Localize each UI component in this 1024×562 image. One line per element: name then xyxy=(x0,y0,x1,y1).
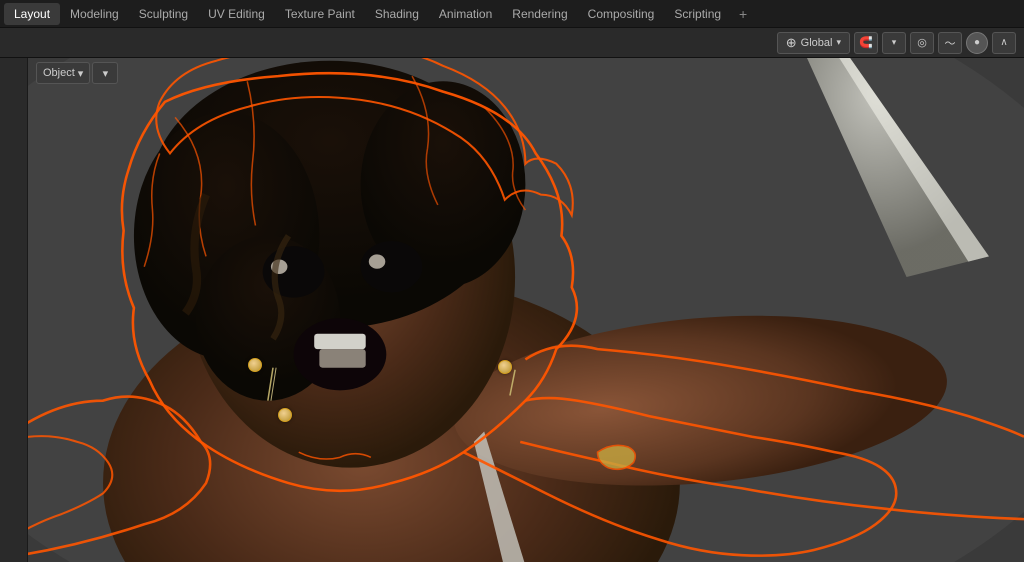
pivot-point-dropdown[interactable]: ⊕ Global ▾ xyxy=(777,32,850,54)
object-mode-header: Object ▾ ▾ xyxy=(36,62,118,84)
object-mode-label: Object xyxy=(43,67,75,79)
tab-modeling[interactable]: Modeling xyxy=(60,3,129,25)
viewport-display-dropdown[interactable]: ▾ xyxy=(92,62,118,84)
left-tools-strip xyxy=(0,58,28,562)
tab-layout[interactable]: Layout xyxy=(4,3,60,25)
display-icon: ▾ xyxy=(103,67,109,80)
tab-rendering[interactable]: Rendering xyxy=(502,3,577,25)
pivot-icon: ⊕ xyxy=(786,35,797,51)
pivot-chevron-icon: ▾ xyxy=(836,37,841,48)
3d-viewport[interactable] xyxy=(0,58,1024,562)
tab-uv-editing[interactable]: UV Editing xyxy=(198,3,275,25)
proportional-falloff-button[interactable]: 〜 xyxy=(938,32,962,54)
bone-handle-right-mid[interactable] xyxy=(498,360,512,374)
snap-options-icon: ▾ xyxy=(892,37,897,48)
tab-compositing[interactable]: Compositing xyxy=(578,3,665,25)
object-mode-chevron-icon: ▾ xyxy=(78,67,84,80)
proportional-editing-button[interactable]: ◎ xyxy=(910,32,934,54)
waypoint-button[interactable]: ∧ xyxy=(992,32,1016,54)
waypoint-icon: ∧ xyxy=(1000,37,1007,48)
snap-options-button[interactable]: ▾ xyxy=(882,32,906,54)
tab-scripting[interactable]: Scripting xyxy=(664,3,731,25)
snap-icon: 🧲 xyxy=(859,36,873,49)
tab-texture-paint[interactable]: Texture Paint xyxy=(275,3,365,25)
overlay-toggle-button[interactable]: ● xyxy=(966,32,988,54)
tab-shading[interactable]: Shading xyxy=(365,3,429,25)
tab-sculpting[interactable]: Sculpting xyxy=(129,3,198,25)
pivot-label: Global xyxy=(801,37,833,49)
add-workspace-button[interactable]: + xyxy=(731,2,755,26)
bone-handle-chest[interactable] xyxy=(278,408,292,422)
scene-overlay-svg xyxy=(0,58,1024,562)
falloff-icon: 〜 xyxy=(945,35,956,51)
bone-handle-left-ear[interactable] xyxy=(248,358,262,372)
tab-animation[interactable]: Animation xyxy=(429,3,502,25)
top-menu-bar: Layout Modeling Sculpting UV Editing Tex… xyxy=(0,0,1024,28)
snap-button[interactable]: 🧲 xyxy=(854,32,878,54)
viewport-toolbar: ⊕ Global ▾ 🧲 ▾ ◎ 〜 ● ∧ xyxy=(0,28,1024,58)
object-mode-dropdown[interactable]: Object ▾ xyxy=(36,62,90,84)
overlay-icon: ● xyxy=(974,37,980,48)
viewport-container: Object ▾ ▾ xyxy=(0,58,1024,562)
proportional-icon: ◎ xyxy=(917,36,927,49)
